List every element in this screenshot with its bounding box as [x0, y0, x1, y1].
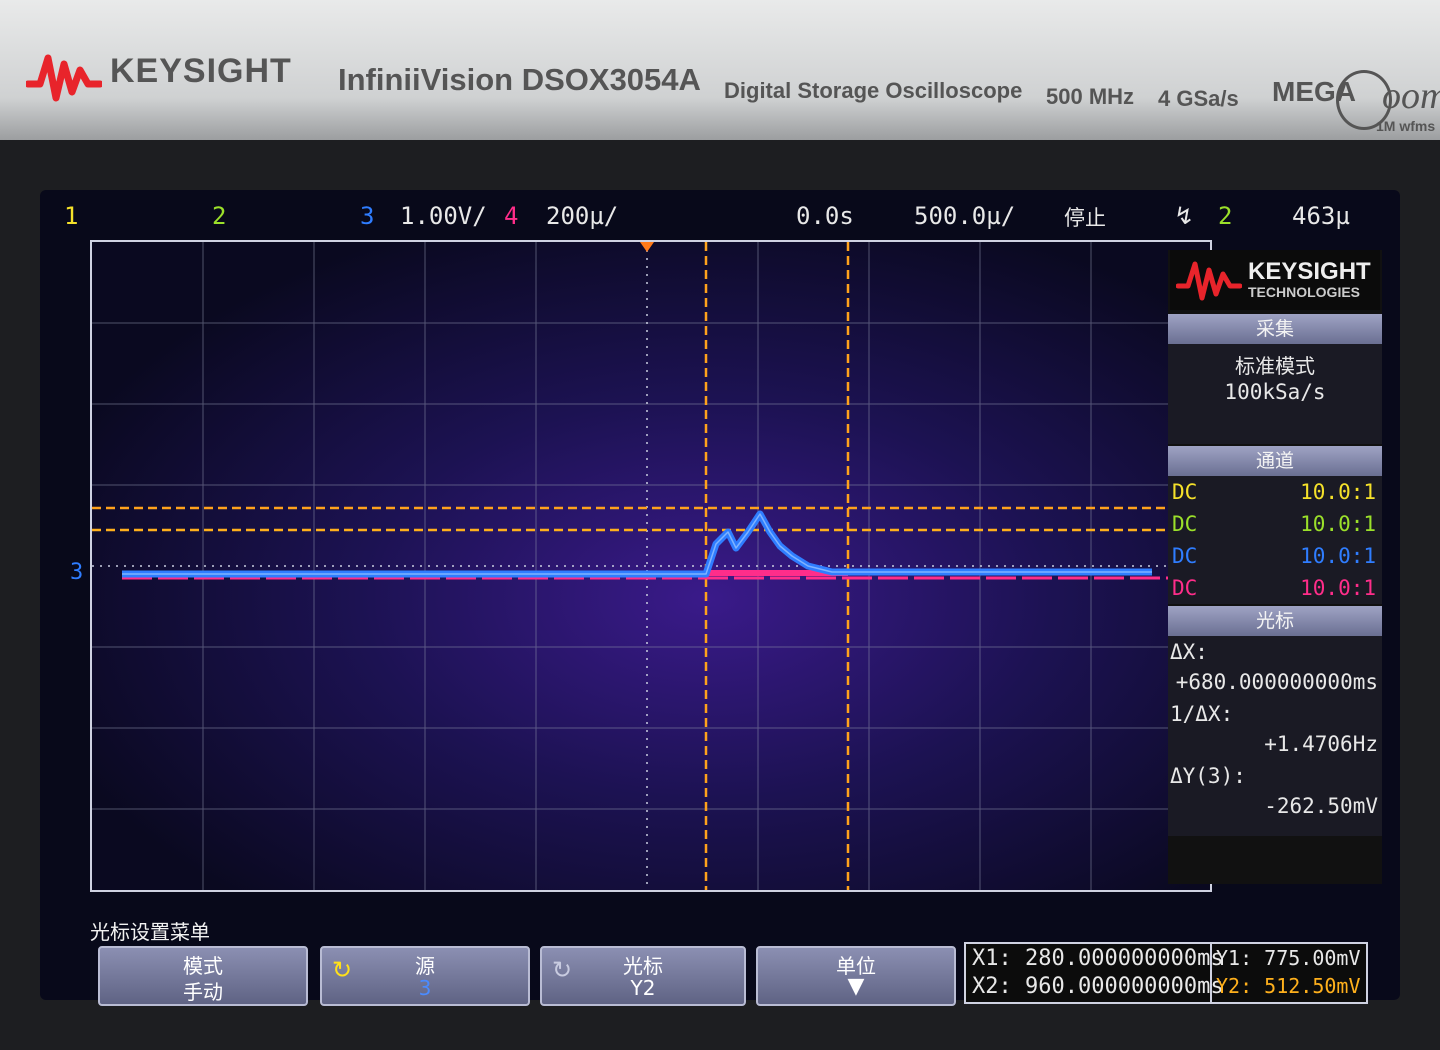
trigger-edge-icon: ↯ [1174, 202, 1195, 230]
mode-softkey-label: 模式 [183, 954, 223, 978]
mode-softkey-value: 手动 [183, 980, 223, 1004]
ch3-coupling: DC [1172, 544, 1198, 568]
trigger-source: 2 [1218, 202, 1233, 230]
ch3-trace-highlight [122, 513, 1152, 575]
ch3-ground-marker[interactable]: 3 [70, 560, 83, 585]
keysight-logo: KEYSIGHT TECHNOLOGIES [1170, 250, 1380, 310]
chevron-down-icon: ▼ [847, 974, 865, 999]
readout-divider [1210, 944, 1212, 1002]
scope-screen: 1 2 3 1.00V/ 4 200µ/ 0.0s 500.0µ/ 停止 ↯ 2… [40, 190, 1400, 1006]
ch4-scale: 200µ/ [546, 202, 619, 230]
model-name: InfiniiVision DSOX3054A [338, 62, 701, 97]
bandwidth-label: 500 MHz [1046, 84, 1135, 109]
graticule [92, 242, 1210, 890]
timebase-value: 500.0µ/ [914, 202, 1016, 230]
inverse-delta-x-label: 1/ΔX: [1170, 702, 1234, 726]
status-bar: 1 2 3 1.00V/ 4 200µ/ 0.0s 500.0µ/ 停止 ↯ 2… [40, 190, 1400, 240]
inverse-delta-x-value: +1.4706Hz [1264, 732, 1378, 756]
acquisition-mode: 标准模式 [1235, 354, 1315, 378]
model-description: Digital Storage Oscilloscope [724, 78, 1023, 103]
channels-header[interactable]: 通道 [1168, 446, 1382, 476]
ch2-probe: 10.0:1 [1300, 512, 1376, 536]
cursor-readout-box: X1: 280.000000000ms X2: 960.000000000ms … [964, 942, 1368, 1004]
waveform-grid[interactable]: 3 [70, 240, 1212, 892]
source-softkey-value: 3 [418, 976, 432, 1000]
ch3-trace [122, 510, 1152, 578]
ch3-label[interactable]: 3 [360, 202, 374, 230]
ch2-coupling: DC [1172, 512, 1198, 536]
instrument-bezel: KEYSIGHT InfiniiVision DSOX3054A Digital… [0, 0, 1440, 140]
delta-x-value: +680.000000000ms [1175, 670, 1378, 694]
acquisition-box: 标准模式 100kSa/s [1168, 344, 1382, 444]
run-state: 停止 [1064, 206, 1106, 230]
cursors-box: ΔX: +680.000000000ms 1/ΔX: +1.4706Hz ΔY(… [1168, 636, 1382, 836]
trigger-position-marker[interactable] [640, 242, 654, 252]
delta-x-label: ΔX: [1170, 640, 1208, 664]
softkey-menu-title: 光标设置菜单 [90, 920, 210, 944]
delay-value: 0.0s [796, 202, 854, 230]
ch4-coupling: DC [1172, 576, 1198, 600]
center-axes [92, 242, 1210, 890]
trigger-level: 463µ [1292, 202, 1350, 230]
acquisition-rate: 100kSa/s [1224, 380, 1326, 404]
ch4-probe: 10.0:1 [1300, 576, 1376, 600]
delta-y-label: ΔY(3): [1170, 764, 1246, 788]
panel-brand-name: KEYSIGHT [1248, 258, 1371, 285]
side-panel: KEYSIGHT TECHNOLOGIES 采集 标准模式 100kSa/s 通… [1168, 250, 1382, 884]
units-softkey[interactable]: 单位 ▼ [756, 946, 956, 1006]
softkey-bar: 光标设置菜单 模式 手动 ↻ 源 3 ↻ 光标 Y2 单位 ▼ X1: 280.… [80, 912, 1400, 1006]
brand-name: KEYSIGHT [110, 52, 292, 90]
x2-readout: X2: 960.000000000ms [972, 974, 1224, 999]
delta-y-value: -262.50mV [1264, 794, 1378, 818]
source-softkey-label: 源 [415, 954, 435, 978]
keysight-wave-logo-icon [26, 54, 102, 102]
ch2-label[interactable]: 2 [212, 202, 226, 230]
mode-softkey[interactable]: 模式 手动 [98, 946, 308, 1006]
y2-readout: Y2: 512.50mV [1216, 974, 1361, 998]
panel-brand-sub: TECHNOLOGIES [1248, 284, 1361, 300]
x1-readout: X1: 280.000000000ms [972, 946, 1224, 971]
channels-box: DC 10.0:1 DC 10.0:1 DC 10.0:1 DC 10.0:1 [1168, 476, 1382, 604]
cursor-softkey-label: 光标 [623, 954, 663, 978]
ch3-scale: 1.00V/ [400, 202, 487, 230]
sample-rate-label: 4 GSa/s [1158, 86, 1239, 111]
ch4-label[interactable]: 4 [504, 202, 518, 230]
waveform-canvas [92, 242, 1210, 890]
cursor-softkey[interactable]: ↻ 光标 Y2 [540, 946, 746, 1006]
cursors-header[interactable]: 光标 [1168, 606, 1382, 636]
wfms-label: 1M wfms [1376, 118, 1436, 134]
ch1-label[interactable]: 1 [64, 202, 78, 230]
ch1-coupling: DC [1172, 480, 1198, 504]
keysight-wave-small-icon [1176, 261, 1242, 301]
y1-readout: Y1: 775.00mV [1216, 946, 1361, 970]
acquisition-header[interactable]: 采集 [1168, 314, 1382, 344]
zoom-label: oom [1382, 75, 1440, 117]
cursor-softkey-value: Y2 [630, 976, 656, 1000]
ch1-probe: 10.0:1 [1300, 480, 1376, 504]
source-softkey[interactable]: ↻ 源 3 [320, 946, 530, 1006]
ch3-probe: 10.0:1 [1300, 544, 1376, 568]
